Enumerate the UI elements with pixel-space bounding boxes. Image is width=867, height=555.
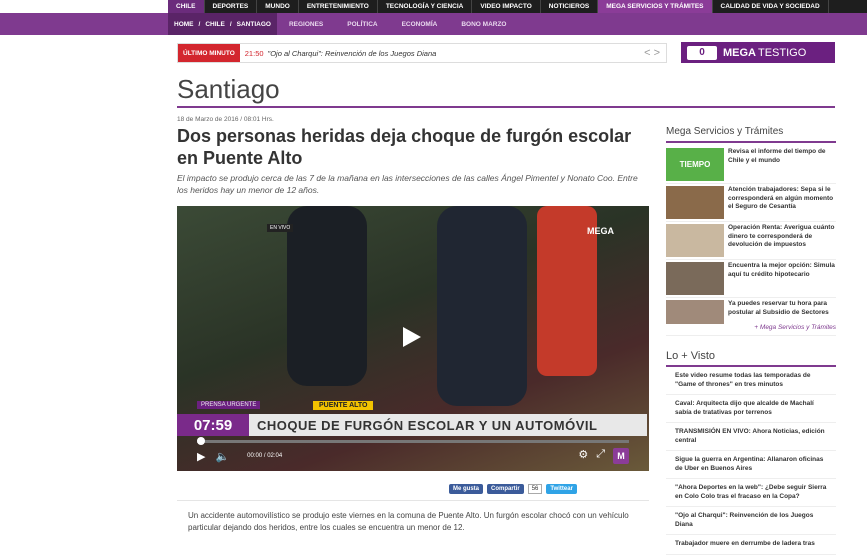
volume-icon[interactable]: 🔈: [215, 450, 229, 463]
mega-logo-icon: 0: [687, 45, 717, 60]
breaking-news-ticker: ÚLTIMO MINUTO 21:50 "Ojo al Charqui": Re…: [177, 43, 667, 63]
service-text: Revisa el informe del tiempo de Chile y …: [728, 148, 826, 164]
breadcrumb-santiago[interactable]: SANTIAGO: [237, 21, 271, 28]
video-controls: ▶ 🔈 00:00 / 02:04 ⚙ ⤢ M: [197, 446, 629, 466]
video-figure: [287, 206, 367, 386]
twitter-button[interactable]: Twittear: [546, 484, 577, 494]
services-title: Mega Servicios y Trámites: [666, 126, 836, 143]
video-figure: [437, 206, 527, 406]
top-navigation: CHILE DEPORTES MUNDO ENTRETENIMIENTO TEC…: [0, 0, 867, 13]
article-headline: Dos personas heridas deja choque de furg…: [177, 126, 632, 168]
top-nav-tecnologia[interactable]: TECNOLOGÍA Y CIENCIA: [378, 0, 473, 13]
sub-nav-economia[interactable]: ECONOMÍA: [390, 21, 450, 28]
service-thumbnail: TIEMPO: [666, 148, 724, 181]
place-label: PUENTE ALTO: [313, 401, 374, 410]
breadcrumb-home[interactable]: HOME: [174, 21, 194, 28]
service-thumbnail: [666, 300, 724, 324]
video-progress-bar[interactable]: [197, 437, 629, 445]
mega-player-logo-icon[interactable]: M: [613, 448, 629, 464]
top-nav-mundo[interactable]: MUNDO: [257, 0, 299, 13]
top-nav-entretenimiento[interactable]: ENTRETENIMIENTO: [299, 0, 378, 13]
play-button-icon[interactable]: ▶: [197, 450, 205, 463]
service-thumbnail: [666, 224, 724, 257]
service-item[interactable]: Encuentra la mejor opción: Simula aquí t…: [666, 260, 836, 298]
facebook-like-button[interactable]: Me gusta: [449, 484, 484, 494]
progress-handle[interactable]: [197, 437, 205, 445]
most-viewed-item[interactable]: Caval: Arquitecta dijo que alcalde de Ma…: [666, 395, 836, 423]
mega-testigo-brand: MEGA: [723, 46, 756, 59]
service-thumbnail: [666, 186, 724, 219]
top-nav-video-impacto[interactable]: VIDEO IMPACTO: [472, 0, 541, 13]
services-list: TIEMPO Revisa el informe del tiempo de C…: [666, 146, 836, 324]
lower-third-headline: 07:59 CHOQUE DE FURGÓN ESCOLAR Y UN AUTO…: [177, 414, 647, 436]
service-text: Ya puedes reservar tu hora para postular…: [728, 300, 829, 316]
most-viewed-item[interactable]: TRANSMISIÓN EN VIVO: Ahora Noticias, edi…: [666, 423, 836, 451]
service-item[interactable]: Operación Renta: Averigua cuánto dinero …: [666, 222, 836, 260]
mega-testigo-banner[interactable]: 0 MEGA TESTIGO: [681, 42, 835, 63]
article-date: 18 de Marzo de 2016 / 08:01 Hrs.: [177, 116, 274, 123]
service-thumbnail: [666, 262, 724, 295]
service-item[interactable]: TIEMPO Revisa el informe del tiempo de C…: [666, 146, 836, 184]
settings-gear-icon[interactable]: ⚙: [578, 448, 588, 464]
most-viewed-item[interactable]: "Ojo al Charqui": Reinvención de los Jue…: [666, 507, 836, 535]
service-text: Atención trabajadores: Sepa si le corres…: [728, 186, 834, 210]
sidebar: Mega Servicios y Trámites TIEMPO Revisa …: [666, 126, 836, 555]
urgent-label: PRENSA URGENTE: [197, 401, 261, 409]
sub-nav-bono-marzo[interactable]: BONO MARZO: [449, 21, 518, 28]
top-nav-chile[interactable]: CHILE: [168, 0, 205, 13]
breadcrumb-sep: /: [229, 20, 232, 28]
facebook-share-button[interactable]: Compartir: [487, 484, 524, 494]
breadcrumb: HOME / CHILE / SANTIAGO: [168, 13, 277, 35]
top-nav-mega-servicios[interactable]: MEGA SERVICIOS Y TRÁMITES: [598, 0, 713, 13]
lower-headline: CHOQUE DE FURGÓN ESCOLAR Y UN AUTOMÓVIL: [257, 417, 598, 433]
sub-navigation: HOME / CHILE / SANTIAGO REGIONES POLÍTIC…: [0, 13, 867, 35]
mega-testigo-label: TESTIGO: [758, 46, 807, 59]
sub-nav-regiones[interactable]: REGIONES: [277, 21, 335, 28]
body-divider: [177, 500, 649, 501]
article-body: Un accidente automovilístico se produjo …: [188, 511, 629, 532]
most-viewed-item[interactable]: "Ahora Deportes en la web": ¿Debe seguir…: [666, 479, 836, 507]
breaking-time: 21:50: [244, 48, 264, 58]
services-more-link[interactable]: + Mega Servicios y Trámites: [666, 324, 836, 336]
sub-nav-politica[interactable]: POLÍTICA: [335, 21, 389, 28]
share-count: 56: [527, 484, 543, 494]
breaking-tag: ÚLTIMO MINUTO: [178, 44, 240, 62]
most-viewed-title: Lo + Visto: [666, 350, 836, 367]
service-item[interactable]: Ya puedes reservar tu hora para postular…: [666, 298, 836, 324]
service-text: Operación Renta: Averigua cuánto dinero …: [728, 224, 835, 248]
article-lede: El impacto se produjo cerca de las 7 de …: [177, 173, 638, 195]
mega-watermark: MEGA: [587, 226, 614, 236]
broadcast-clock: 07:59: [177, 414, 249, 436]
live-tag: EN VIVO: [267, 224, 294, 232]
top-nav-noticieros[interactable]: NOTICIEROS: [541, 0, 599, 13]
breadcrumb-sep: /: [198, 20, 201, 28]
ticker-arrows[interactable]: < >: [644, 47, 660, 59]
top-nav-bar: CHILE DEPORTES MUNDO ENTRETENIMIENTO TEC…: [168, 0, 867, 13]
breaking-headline[interactable]: "Ojo al Charqui": Reinvención de los Jue…: [268, 49, 437, 58]
play-icon[interactable]: [399, 325, 423, 349]
video-time: 00:00 / 02:04: [247, 453, 283, 459]
lower-third-top: PRENSA URGENTE PUENTE ALTO: [177, 401, 649, 411]
section-title: Santiago: [177, 74, 280, 104]
top-nav-calidad-de-vida[interactable]: CALIDAD DE VIDA Y SOCIEDAD: [713, 0, 829, 13]
service-item[interactable]: Atención trabajadores: Sepa si le corres…: [666, 184, 836, 222]
breadcrumb-chile[interactable]: CHILE: [205, 21, 225, 28]
most-viewed-item[interactable]: Trabajador muere en derrumbe de ladera t…: [666, 535, 836, 555]
service-text: Encuentra la mejor opción: Simula aquí t…: [728, 262, 835, 278]
video-player[interactable]: EN VIVO MEGA PRENSA URGENTE PUENTE ALTO …: [177, 206, 649, 471]
most-viewed-item[interactable]: Este video resume todas las temporadas d…: [666, 367, 836, 395]
fullscreen-icon[interactable]: ⤢: [596, 448, 605, 464]
top-nav-deportes[interactable]: DEPORTES: [205, 0, 258, 13]
section-divider: [177, 106, 835, 108]
share-bar: Me gusta Compartir 56 Twittear: [449, 484, 577, 494]
most-viewed-item[interactable]: Sigue la guerra en Argentina: Allanaron …: [666, 451, 836, 479]
